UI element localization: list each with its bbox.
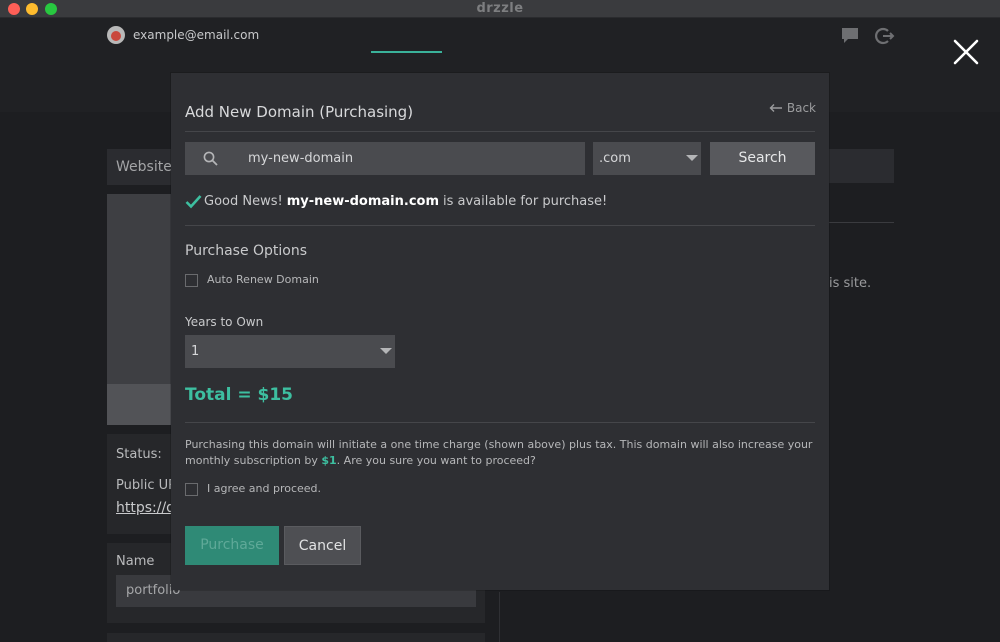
purchase-options-title: Purchase Options xyxy=(185,243,308,259)
site-preview-bar xyxy=(107,384,177,425)
agree-checkbox[interactable] xyxy=(185,483,198,496)
search-value: my-new-domain xyxy=(248,151,354,166)
years-select[interactable]: 1 xyxy=(185,335,395,368)
user-email: example@email.com xyxy=(133,28,260,42)
right-panel-divider xyxy=(829,222,894,223)
search-button[interactable]: Search xyxy=(710,142,815,175)
availability-message: Good News! my-new-domain.com is availabl… xyxy=(185,194,607,209)
close-icon[interactable] xyxy=(953,39,979,65)
add-domain-modal: Add New Domain (Purchasing) Back my-new-… xyxy=(171,73,829,590)
avatar[interactable] xyxy=(107,26,125,44)
available-domain: my-new-domain.com xyxy=(286,194,439,209)
search-icon xyxy=(203,151,218,166)
auto-renew-checkbox[interactable] xyxy=(185,274,198,287)
logout-icon[interactable] xyxy=(875,26,895,46)
availability-suffix: is available for purchase! xyxy=(443,194,608,209)
arrow-left-icon xyxy=(769,104,782,112)
purchase-button[interactable]: Purchase xyxy=(185,526,279,565)
divider xyxy=(185,131,815,132)
public-url-label: Public UR xyxy=(116,478,178,493)
years-value: 1 xyxy=(191,344,200,359)
availability-prefix: Good News! xyxy=(204,194,283,209)
tld-value: .com xyxy=(599,151,631,166)
public-url-link[interactable]: https://d xyxy=(116,500,175,516)
purchase-disclaimer: Purchasing this domain will initiate a o… xyxy=(185,437,815,469)
total-price: Total = $15 xyxy=(185,385,294,405)
status-label: Status: xyxy=(116,447,162,462)
right-panel-header xyxy=(829,149,894,183)
site-preview xyxy=(107,194,177,384)
auto-renew-label[interactable]: Auto Renew Domain xyxy=(207,273,319,286)
cancel-button[interactable]: Cancel xyxy=(284,526,361,565)
chat-icon[interactable] xyxy=(841,27,859,45)
divider xyxy=(185,422,815,423)
next-card xyxy=(107,633,485,642)
subscription-increase: $1 xyxy=(321,454,337,467)
window-titlebar: drzzle xyxy=(0,0,1000,18)
app-logo: drzzle xyxy=(476,1,524,16)
column-divider xyxy=(499,592,500,642)
agree-label[interactable]: I agree and proceed. xyxy=(207,482,321,495)
domain-search-input[interactable]: my-new-domain xyxy=(185,142,585,175)
chevron-down-icon xyxy=(686,155,698,161)
years-label: Years to Own xyxy=(185,315,264,329)
chevron-down-icon xyxy=(380,348,392,354)
divider xyxy=(185,225,815,226)
active-tab-indicator xyxy=(371,51,442,53)
right-panel-text: is site. xyxy=(829,276,872,291)
name-label: Name xyxy=(116,554,155,569)
back-link[interactable]: Back xyxy=(769,101,816,115)
disclaimer-text-end: . Are you sure you want to proceed? xyxy=(336,454,536,467)
tld-select[interactable]: .com xyxy=(593,142,701,175)
website-section-header: Website xyxy=(107,149,177,185)
modal-title: Add New Domain (Purchasing) xyxy=(185,103,414,121)
check-icon xyxy=(185,195,202,209)
back-label: Back xyxy=(786,101,816,115)
